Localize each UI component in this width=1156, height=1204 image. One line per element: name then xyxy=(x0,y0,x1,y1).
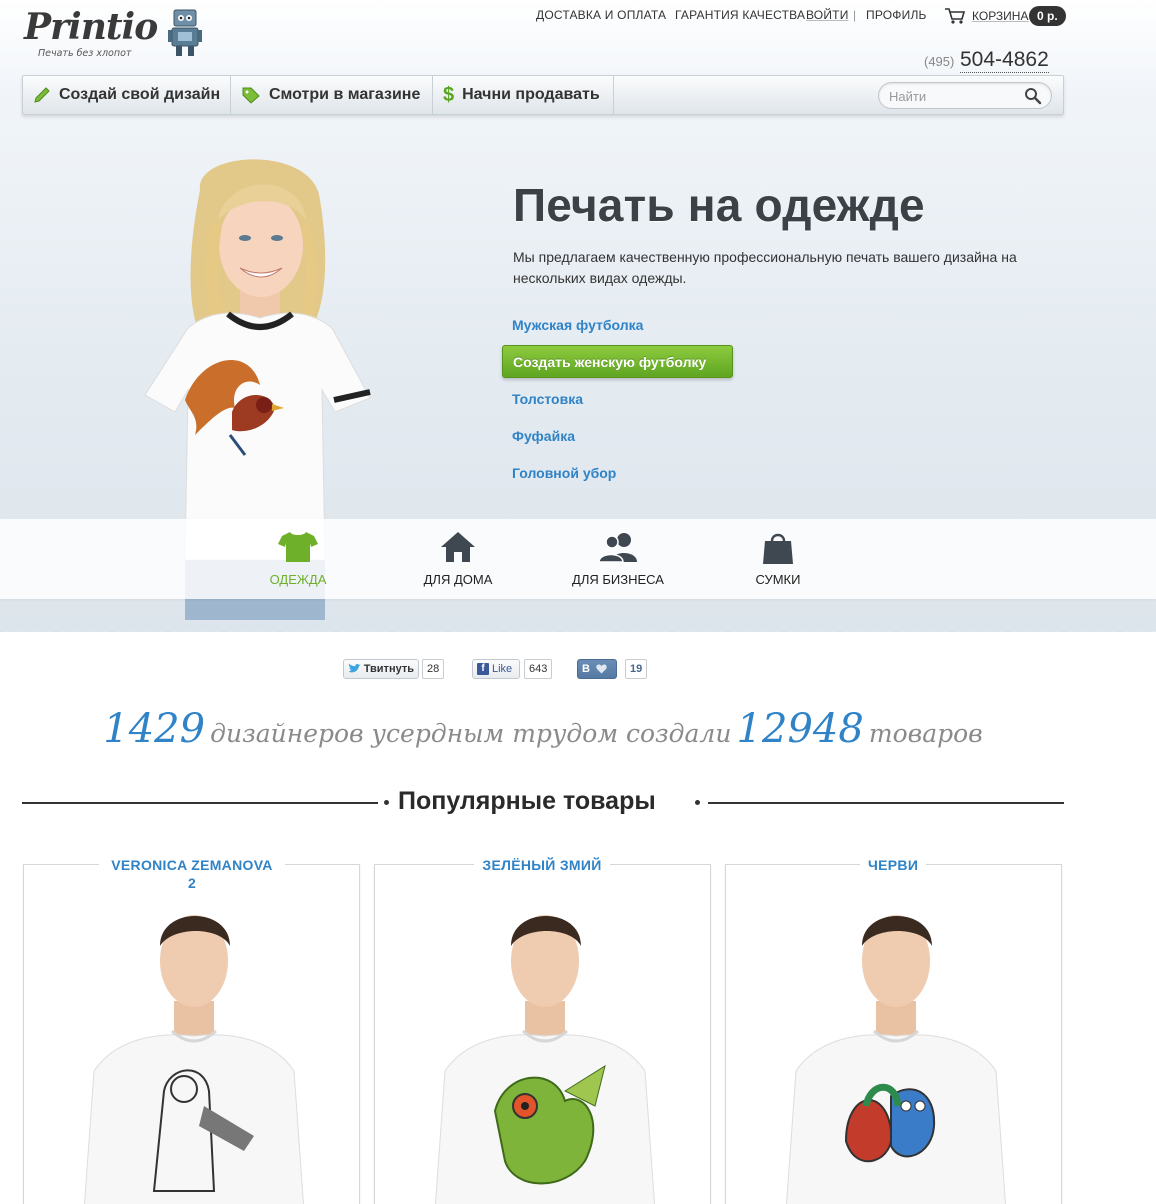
nav-quality-link[interactable]: ГАРАНТИЯ КАЧЕСТВА xyxy=(675,8,805,22)
hero-title: Печать на одежде xyxy=(513,179,925,231)
logo[interactable]: Printio Печать без хлопот xyxy=(24,6,204,60)
category-clothing-label: ОДЕЖДА xyxy=(269,572,327,587)
facebook-like-count: 643 xyxy=(524,659,553,679)
search-box xyxy=(878,82,1052,109)
create-womens-tshirt-button[interactable]: Создать женскую футболку xyxy=(502,345,733,378)
start-selling-label: Начни продавать xyxy=(462,86,600,103)
stats-text-2: товаров xyxy=(868,719,983,748)
product-image xyxy=(435,915,655,1204)
robot-icon xyxy=(168,9,202,56)
stats-text-1: дизайнеров усердным трудом создали xyxy=(210,719,732,748)
category-home[interactable]: ДЛЯ ДОМА xyxy=(378,519,538,599)
category-bags-label: СУМКИ xyxy=(755,572,801,587)
facebook-like-label: Like xyxy=(492,663,513,675)
cart-icon[interactable] xyxy=(944,7,966,25)
cart-total-badge[interactable]: 0 р. xyxy=(1029,6,1066,26)
create-design-button[interactable]: Создай свой дизайн xyxy=(23,76,231,114)
product-card-3[interactable] xyxy=(725,864,1062,1204)
nav-delivery-link[interactable]: ДОСТАВКА И ОПЛАТА xyxy=(536,8,666,22)
sweatshirt-link[interactable]: Фуфайка xyxy=(512,428,575,444)
phone-code: (495) xyxy=(924,54,955,69)
nav-profile-link[interactable]: ПРОФИЛЬ xyxy=(866,8,927,22)
heart-icon xyxy=(596,664,607,674)
product-title-3[interactable]: ЧЕРВИ xyxy=(860,856,926,874)
phone-number: 504-4862 xyxy=(960,48,1049,73)
popular-products-title: Популярные товары xyxy=(398,787,656,815)
twitter-icon xyxy=(348,663,361,673)
action-bar: Создай свой дизайн Смотри в магазине $ Н… xyxy=(22,75,1064,115)
section-dot-left xyxy=(384,800,389,805)
tshirt-icon xyxy=(276,531,320,565)
mens-tshirt-link[interactable]: Мужская футболка xyxy=(512,317,643,333)
start-selling-button[interactable]: $ Начни продавать xyxy=(433,76,614,114)
category-business-label: ДЛЯ БИЗНЕСА xyxy=(572,572,664,587)
products-count: 12948 xyxy=(736,706,864,752)
tweet-label: Твитнуть xyxy=(363,663,414,675)
hero-description: Мы предлагаем качественную профессиональ… xyxy=(513,249,1017,286)
category-home-label: ДЛЯ ДОМА xyxy=(423,572,493,587)
section-divider-left xyxy=(22,802,378,804)
tag-icon xyxy=(241,86,261,104)
product-title-1[interactable]: VERONICA ZEMANOVA 2 xyxy=(99,856,285,891)
stats-line: 1429 дизайнеров усердным трудом создали … xyxy=(0,706,1086,752)
login-link[interactable]: ВОЙТИ xyxy=(806,8,849,22)
people-icon xyxy=(596,531,640,565)
home-icon xyxy=(436,531,480,565)
scalloped-divider xyxy=(0,624,1156,638)
create-design-label: Создай свой дизайн xyxy=(59,86,221,103)
category-bar: ОДЕЖДА ДЛЯ ДОМА ДЛЯ БИЗНЕСА СУМКИ xyxy=(0,519,1156,599)
tweet-button[interactable]: Твитнуть xyxy=(343,659,419,679)
dollar-icon: $ xyxy=(443,83,455,106)
pencil-icon xyxy=(33,86,51,104)
facebook-icon: f xyxy=(477,663,489,675)
product-card-2[interactable] xyxy=(374,864,711,1204)
bag-icon xyxy=(756,531,800,565)
product-image xyxy=(84,915,304,1204)
product-card-1[interactable] xyxy=(23,864,360,1204)
hoodie-link[interactable]: Толстовка xyxy=(512,391,583,407)
vk-label: В xyxy=(582,663,590,675)
section-dot-right xyxy=(695,800,700,805)
search-icon[interactable] xyxy=(1024,87,1042,105)
vk-like-button[interactable]: В xyxy=(577,659,617,679)
category-business[interactable]: ДЛЯ БИЗНЕСА xyxy=(538,519,698,599)
facebook-like-button[interactable]: f Like xyxy=(472,659,520,679)
product-image xyxy=(786,915,1006,1204)
logo-tagline: Печать без хлопот xyxy=(38,48,132,59)
vk-like-count: 19 xyxy=(625,659,648,679)
section-divider-right xyxy=(708,802,1064,804)
tweet-count: 28 xyxy=(422,659,445,679)
shop-label: Смотри в магазине xyxy=(269,86,421,103)
nav-separator: | xyxy=(853,8,857,22)
designers-count: 1429 xyxy=(103,706,206,752)
category-clothing[interactable]: ОДЕЖДА xyxy=(218,519,378,599)
cart-link[interactable]: КОРЗИНА xyxy=(972,9,1028,23)
logo-wordmark: Printio xyxy=(24,6,158,48)
shop-button[interactable]: Смотри в магазине xyxy=(231,76,433,114)
category-bags[interactable]: СУМКИ xyxy=(698,519,858,599)
product-title-2[interactable]: ЗЕЛЁНЫЙ ЗМИЙ xyxy=(474,856,610,874)
headwear-link[interactable]: Головной убор xyxy=(512,465,616,481)
search-input[interactable] xyxy=(889,87,1019,105)
